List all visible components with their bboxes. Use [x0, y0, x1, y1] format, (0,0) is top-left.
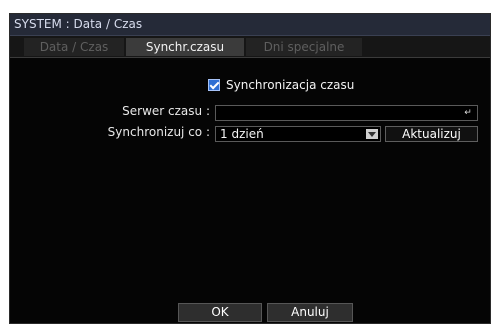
- ok-button[interactable]: OK: [178, 303, 262, 322]
- time-server-input[interactable]: ↵: [215, 105, 478, 121]
- sync-checkbox-label: Synchronizacja czasu: [226, 78, 355, 92]
- sync-interval-label: Synchronizuj co :: [107, 125, 210, 139]
- window-titlebar: SYSTEM : Data / Czas: [10, 14, 490, 36]
- settings-window: SYSTEM : Data / Czas Data / Czas Synchr.…: [9, 13, 491, 324]
- update-button[interactable]: Aktualizuj: [385, 126, 478, 142]
- cancel-button[interactable]: Anuluj: [267, 303, 353, 322]
- tab-time-sync[interactable]: Synchr.czasu: [126, 38, 244, 56]
- sync-interval-value: 1 dzień: [220, 127, 264, 141]
- enter-icon[interactable]: ↵: [461, 108, 475, 118]
- sync-interval-select[interactable]: 1 dzień: [215, 126, 381, 142]
- window-title: SYSTEM : Data / Czas: [14, 17, 143, 31]
- server-label: Serwer czasu :: [122, 104, 210, 118]
- tab-special-days[interactable]: Dni specjalne: [246, 38, 362, 56]
- chevron-down-icon[interactable]: [366, 129, 378, 139]
- tab-bar: Data / Czas Synchr.czasu Dni specjalne: [10, 36, 490, 58]
- sync-checkbox[interactable]: [208, 79, 220, 91]
- tab-date-time[interactable]: Data / Czas: [24, 38, 124, 56]
